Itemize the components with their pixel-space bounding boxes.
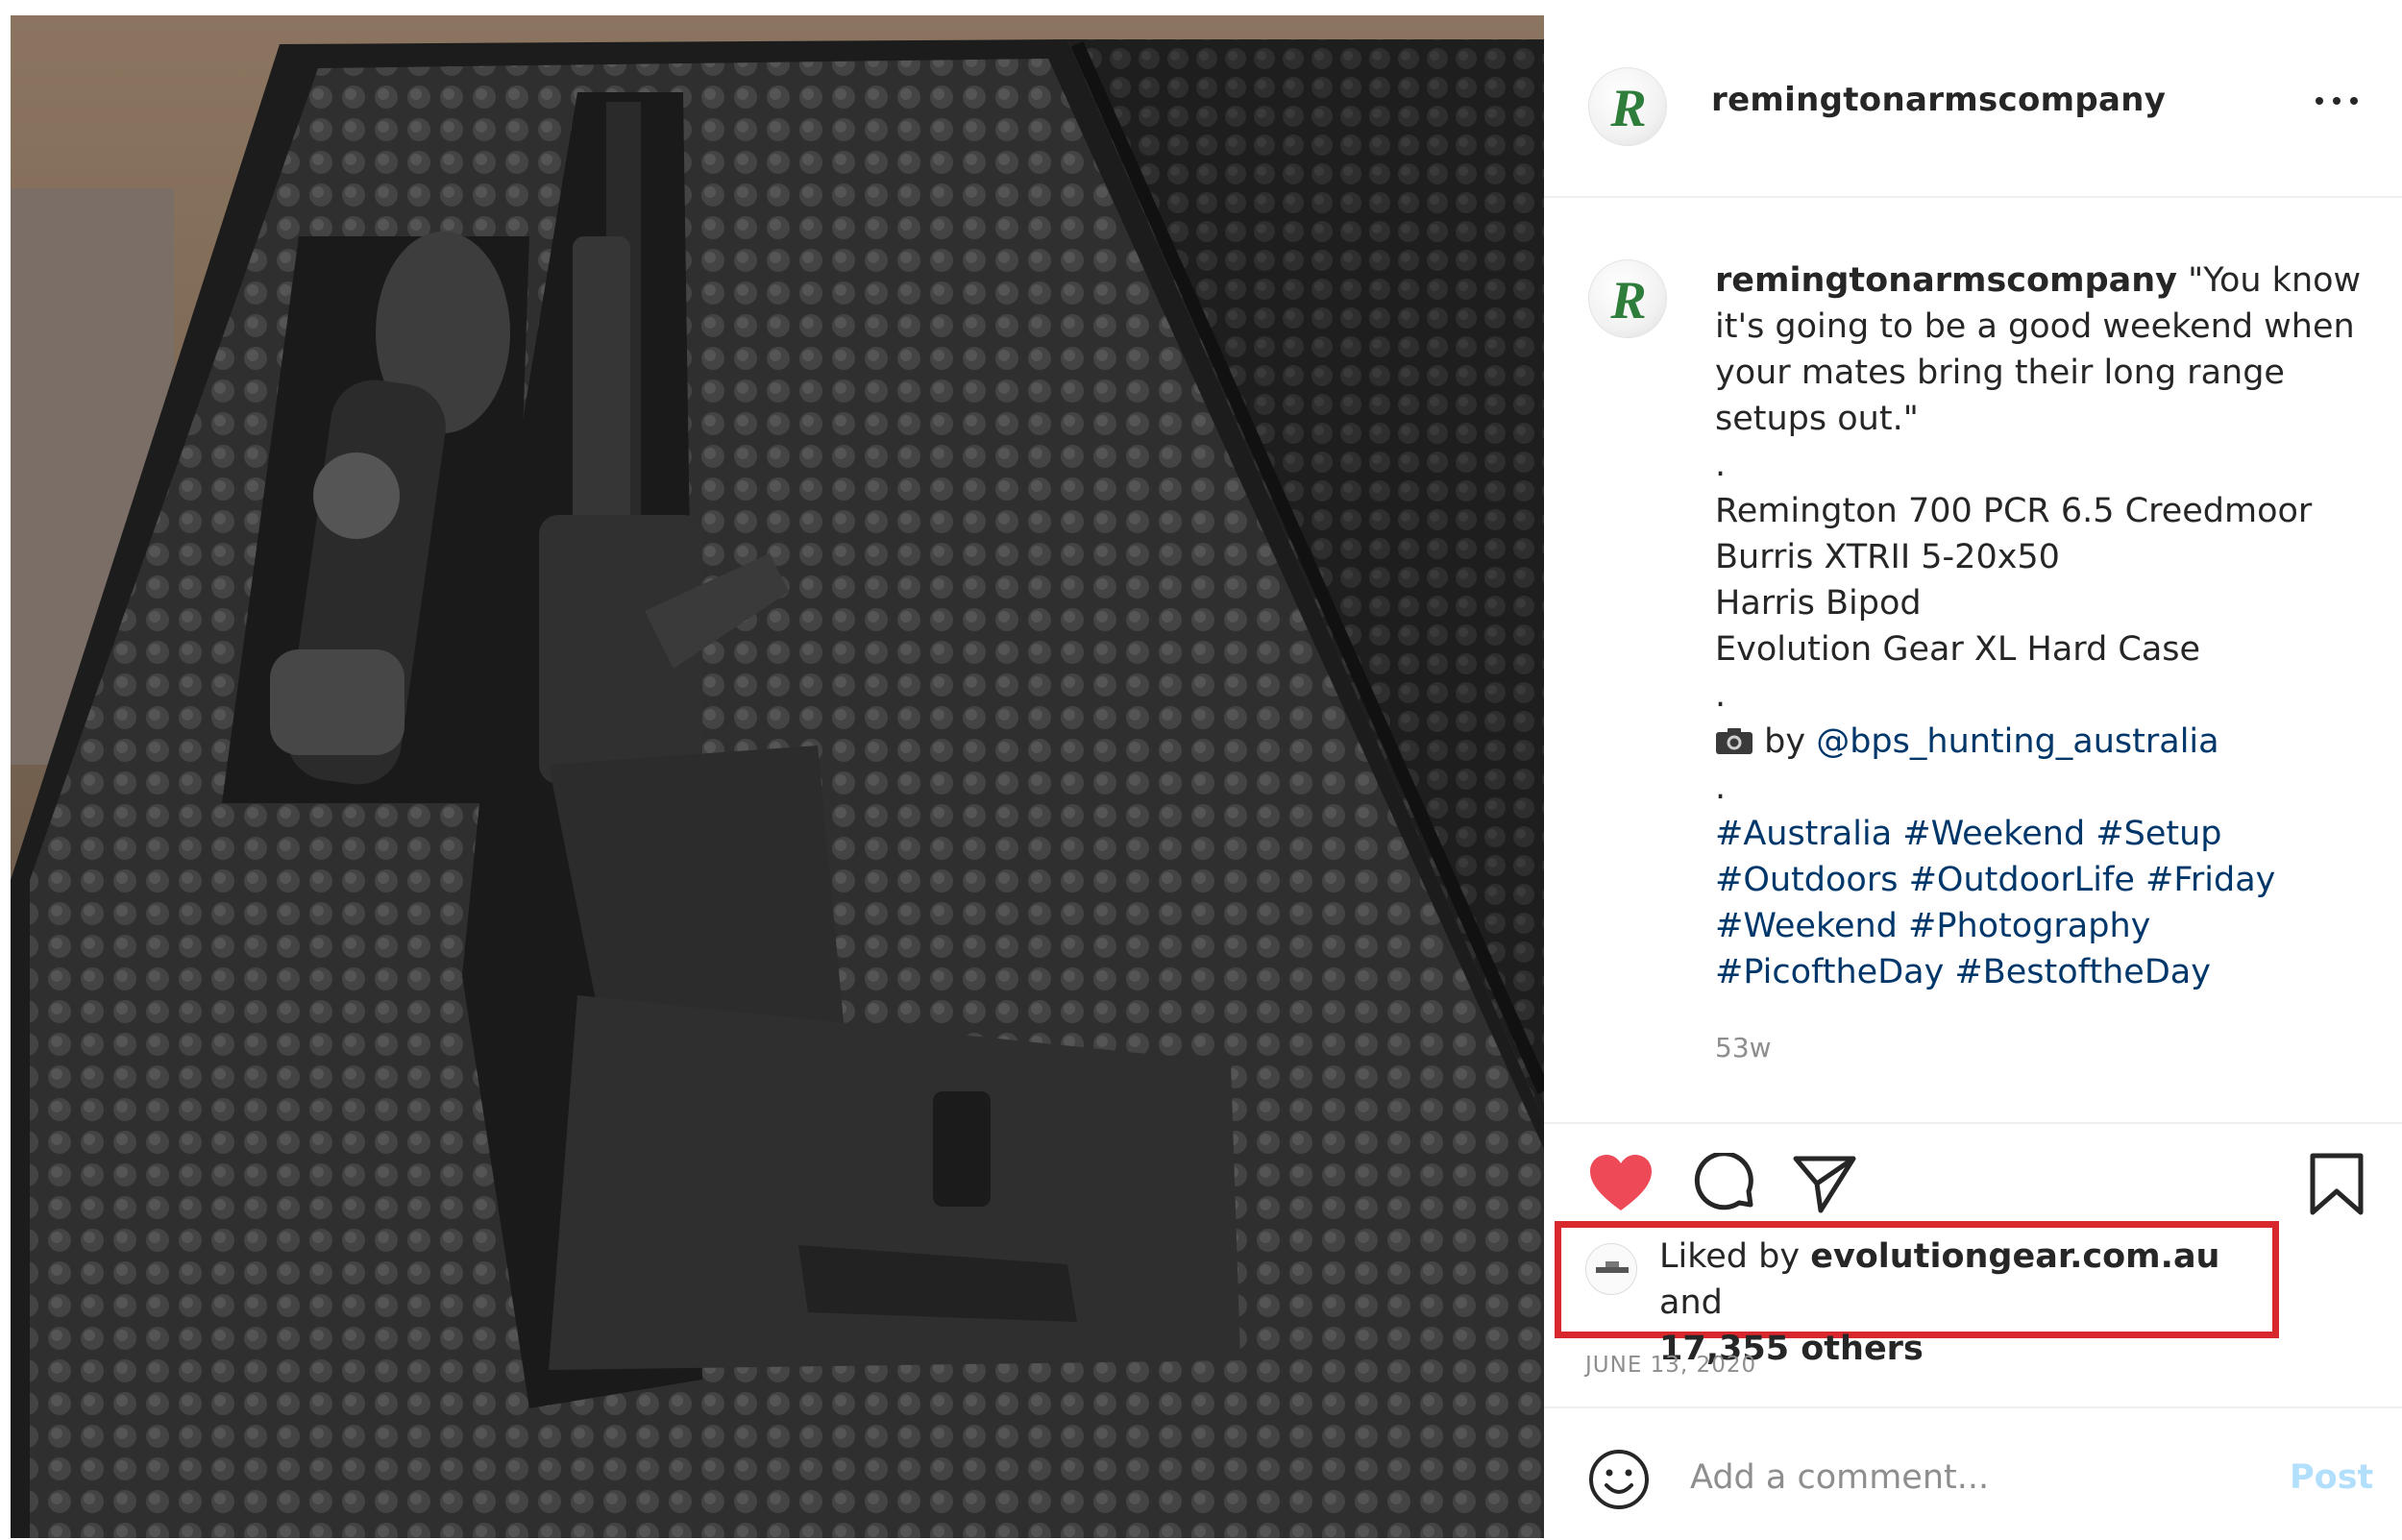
caption-line: Remington 700 PCR 6.5 Creedmoor — [1715, 492, 2313, 530]
svg-text:R: R — [1609, 79, 1646, 138]
caption-line: Evolution Gear XL Hard Case — [1715, 630, 2201, 669]
liked-by-user-link[interactable]: evolutiongear.com.au — [1810, 1237, 2219, 1276]
caption-line: . — [1715, 446, 1727, 484]
more-options-icon[interactable] — [2316, 86, 2358, 115]
post-comment-button[interactable]: Post — [2290, 1458, 2373, 1497]
header-avatar[interactable]: R — [1588, 67, 1667, 146]
photo-credit-link[interactable]: @bps_hunting_australia — [1816, 722, 2218, 761]
heart-filled-icon[interactable] — [1588, 1153, 1654, 1212]
hashtag-line[interactable]: #Australia #Weekend #Setup — [1715, 811, 2378, 857]
likes-conjunction: and — [1659, 1283, 1723, 1322]
caption-username[interactable]: remingtonarmscompany — [1715, 261, 2177, 300]
comment-icon[interactable] — [1691, 1153, 1756, 1216]
caption-dot: . — [1715, 769, 1727, 807]
hashtag-line[interactable]: #Outdoors #OutdoorLife #Friday — [1715, 857, 2378, 903]
svg-text:R: R — [1609, 271, 1646, 330]
share-icon[interactable] — [1792, 1155, 1857, 1214]
photo-credit-prefix: by — [1764, 722, 1806, 761]
evolution-gear-logo-icon — [1596, 1261, 1629, 1273]
header-divider — [1544, 196, 2402, 198]
liked-by-avatar[interactable] — [1585, 1243, 1637, 1295]
post-photo[interactable] — [11, 15, 1544, 1538]
caption-line: Harris Bipod — [1715, 584, 1922, 623]
caption-avatar[interactable]: R — [1588, 259, 1667, 338]
smiley-icon[interactable] — [1588, 1449, 1650, 1510]
caption-line: it's going to be a good weekend when — [1715, 307, 2355, 346]
caption-time-ago[interactable]: 53w — [1715, 1032, 1772, 1063]
post-caption: remingtonarmscompany "You know it's goin… — [1715, 257, 2378, 995]
post-date[interactable]: JUNE 13, 2020 — [1585, 1353, 1756, 1378]
caption-line: . — [1715, 676, 1727, 715]
remington-r-logo-icon: R — [1609, 271, 1646, 330]
bookmark-icon[interactable] — [2309, 1153, 2365, 1216]
header-username[interactable]: remingtonarmscompany — [1711, 81, 2166, 119]
likes-prefix: Liked by — [1659, 1237, 1801, 1276]
rifle-case-photo — [11, 15, 1544, 1538]
comment-divider — [1544, 1406, 2402, 1408]
caption-line: setups out." — [1715, 400, 1919, 438]
likes-summary: Liked by evolutiongear.com.au and 17,355… — [1659, 1234, 2274, 1372]
comment-input[interactable]: Add a comment... — [1690, 1458, 1989, 1497]
caption-line: your mates bring their long range — [1715, 354, 2285, 392]
hashtag-line[interactable]: #PicoftheDay #BestoftheDay — [1715, 949, 2378, 995]
caption-line: Burris XTRII 5-20x50 — [1715, 538, 2060, 576]
hashtag-line[interactable]: #Weekend #Photography — [1715, 903, 2378, 949]
camera-icon — [1716, 728, 1752, 754]
post-side-panel: R remingtonarmscompany R remingtonarmsco… — [1544, 0, 2402, 1540]
caption-line: "You know — [2188, 261, 2362, 300]
remington-r-logo-icon: R — [1609, 79, 1646, 138]
actions-divider — [1544, 1122, 2402, 1124]
